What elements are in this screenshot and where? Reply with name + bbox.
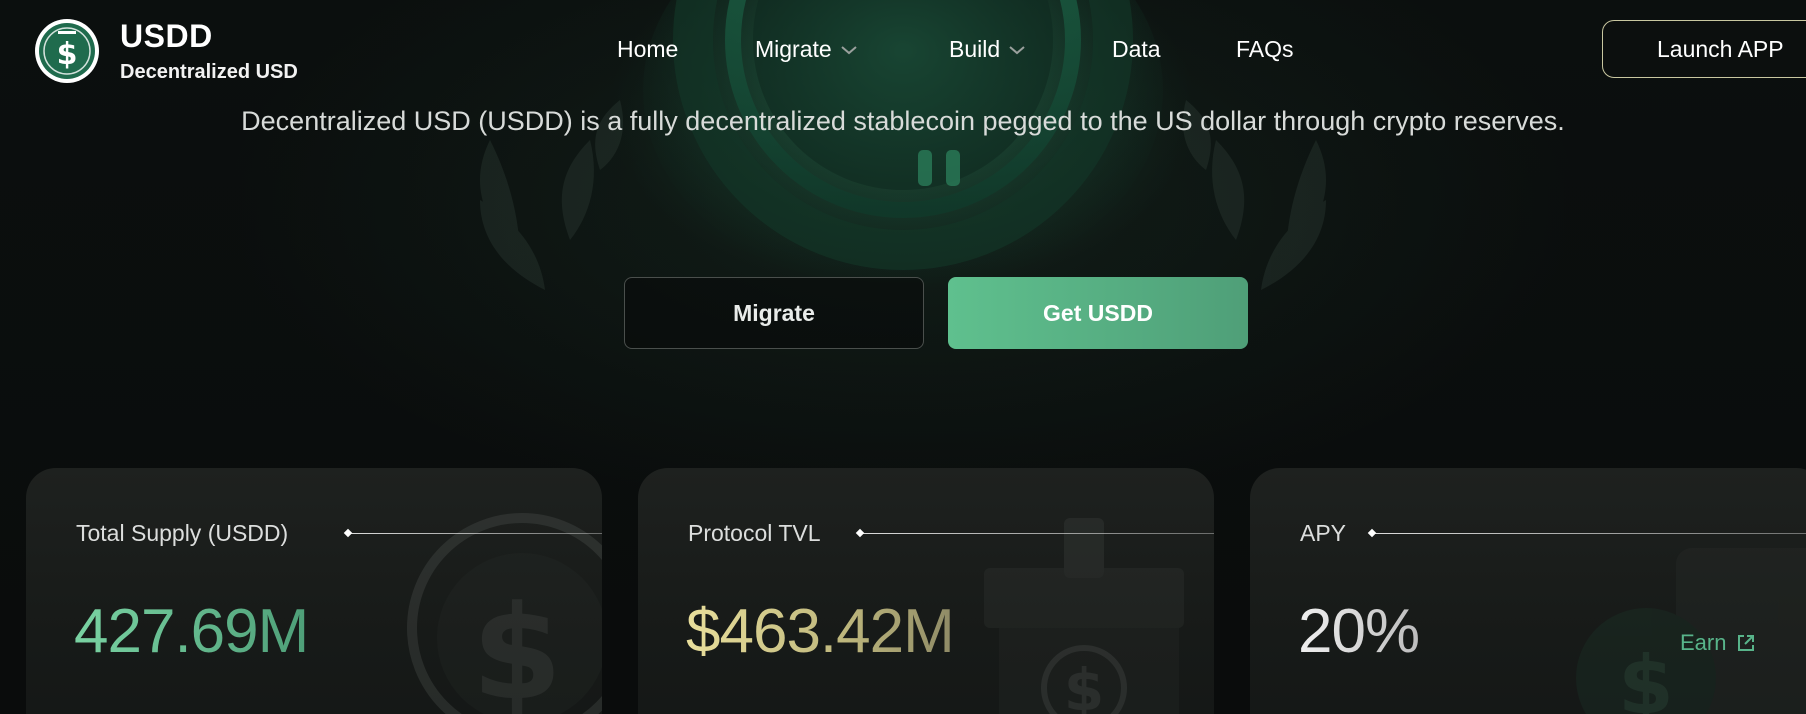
stat-label: Total Supply (USDD) — [76, 520, 289, 546]
coin-stack-art: $ — [407, 513, 602, 714]
nav-home[interactable]: Home — [617, 36, 678, 63]
stat-divider — [348, 533, 602, 534]
chevron-down-icon — [1009, 45, 1025, 54]
stat-value: 427.69M — [74, 597, 309, 666]
migrate-button[interactable]: Migrate — [624, 277, 924, 349]
nav-build-label: Build — [949, 36, 1001, 62]
hero-tagline: Decentralized USD (USDD) is a fully dece… — [241, 106, 1565, 136]
stat-divider — [860, 533, 1214, 534]
launch-app-label: Launch APP — [1657, 35, 1784, 62]
earn-link-label: Earn — [1680, 630, 1727, 655]
svg-text:$: $ — [1618, 639, 1674, 714]
nav-data[interactable]: Data — [1112, 36, 1161, 63]
stat-value: 20% — [1298, 597, 1420, 666]
stat-label: APY — [1300, 520, 1347, 546]
stat-label: Protocol TVL — [688, 520, 821, 546]
launch-app-button[interactable]: Launch APP — [1602, 20, 1806, 78]
get-usdd-button-label: Get USDD — [1043, 299, 1153, 326]
stat-value: $463.42M — [686, 597, 955, 666]
brand-subtitle: Decentralized USD — [120, 61, 298, 83]
nav-faqs[interactable]: FAQs — [1236, 36, 1294, 63]
nav-faqs-label: FAQs — [1236, 36, 1294, 62]
vault-art: $ — [984, 518, 1184, 714]
nav-build[interactable]: Build — [949, 36, 1026, 63]
chevron-down-icon — [841, 45, 857, 54]
stat-divider — [1372, 533, 1806, 534]
svg-text:$: $ — [1064, 656, 1104, 714]
stat-card-protocol-tvl: $ Protocol TVL $463.42M — [638, 468, 1214, 714]
nav-migrate[interactable]: Migrate — [755, 36, 858, 63]
nav-migrate-label: Migrate — [755, 36, 832, 62]
page: $ USDD Decentralized USD Home Migrate Bu… — [0, 0, 1806, 714]
get-usdd-button[interactable]: Get USDD — [948, 277, 1248, 349]
migrate-button-label: Migrate — [733, 299, 815, 326]
earn-link[interactable]: Earn — [1680, 630, 1756, 656]
nav-data-label: Data — [1112, 36, 1161, 62]
brand-name[interactable]: USDD — [120, 18, 213, 55]
external-link-icon — [1738, 635, 1755, 651]
coin-art: $ — [1576, 548, 1806, 714]
svg-text:$: $ — [57, 37, 78, 72]
site-header: $ USDD Decentralized USD Home Migrate Bu… — [0, 0, 1806, 100]
stat-card-total-supply: $ Total Supply (USDD) 427.69M — [26, 468, 602, 714]
nav-home-label: Home — [617, 36, 679, 62]
stat-card-apy: $ APY 20% Earn — [1250, 468, 1806, 714]
svg-text:$: $ — [472, 577, 562, 714]
usdd-logo-icon[interactable]: $ — [34, 18, 100, 84]
